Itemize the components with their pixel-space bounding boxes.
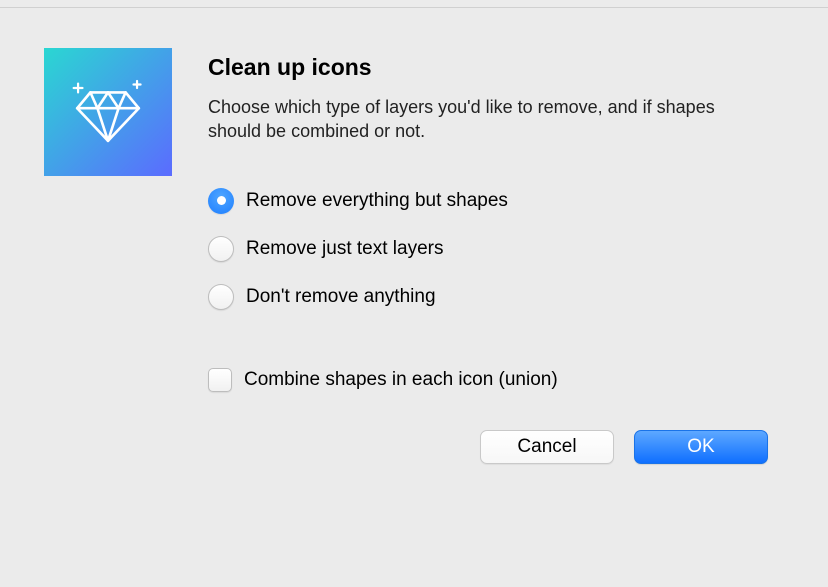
dialog-title: Clean up icons — [208, 54, 768, 81]
dialog-content: Clean up icons Choose which type of laye… — [0, 8, 828, 494]
radio-remove-everything-but-shapes[interactable]: Remove everything but shapes — [208, 188, 768, 214]
checkbox-section: Combine shapes in each icon (union) — [208, 368, 768, 392]
window-top-border — [0, 0, 828, 8]
checkbox-label: Combine shapes in each icon (union) — [244, 369, 558, 391]
diamond-icon — [64, 66, 152, 159]
checkbox-icon — [208, 368, 232, 392]
dialog-description: Choose which type of layers you'd like t… — [208, 95, 768, 144]
button-row: Cancel OK — [208, 430, 768, 464]
radio-icon — [208, 284, 234, 310]
dialog-main: Clean up icons Choose which type of laye… — [208, 48, 768, 464]
radio-label: Don't remove anything — [246, 286, 436, 308]
checkbox-combine-shapes[interactable]: Combine shapes in each icon (union) — [208, 368, 768, 392]
app-icon-box — [44, 48, 172, 176]
radio-icon — [208, 236, 234, 262]
radio-remove-just-text[interactable]: Remove just text layers — [208, 236, 768, 262]
radio-group: Remove everything but shapes Remove just… — [208, 188, 768, 310]
radio-label: Remove everything but shapes — [246, 190, 508, 212]
radio-label: Remove just text layers — [246, 238, 443, 260]
cancel-button[interactable]: Cancel — [480, 430, 614, 464]
radio-dont-remove[interactable]: Don't remove anything — [208, 284, 768, 310]
ok-button[interactable]: OK — [634, 430, 768, 464]
radio-icon — [208, 188, 234, 214]
